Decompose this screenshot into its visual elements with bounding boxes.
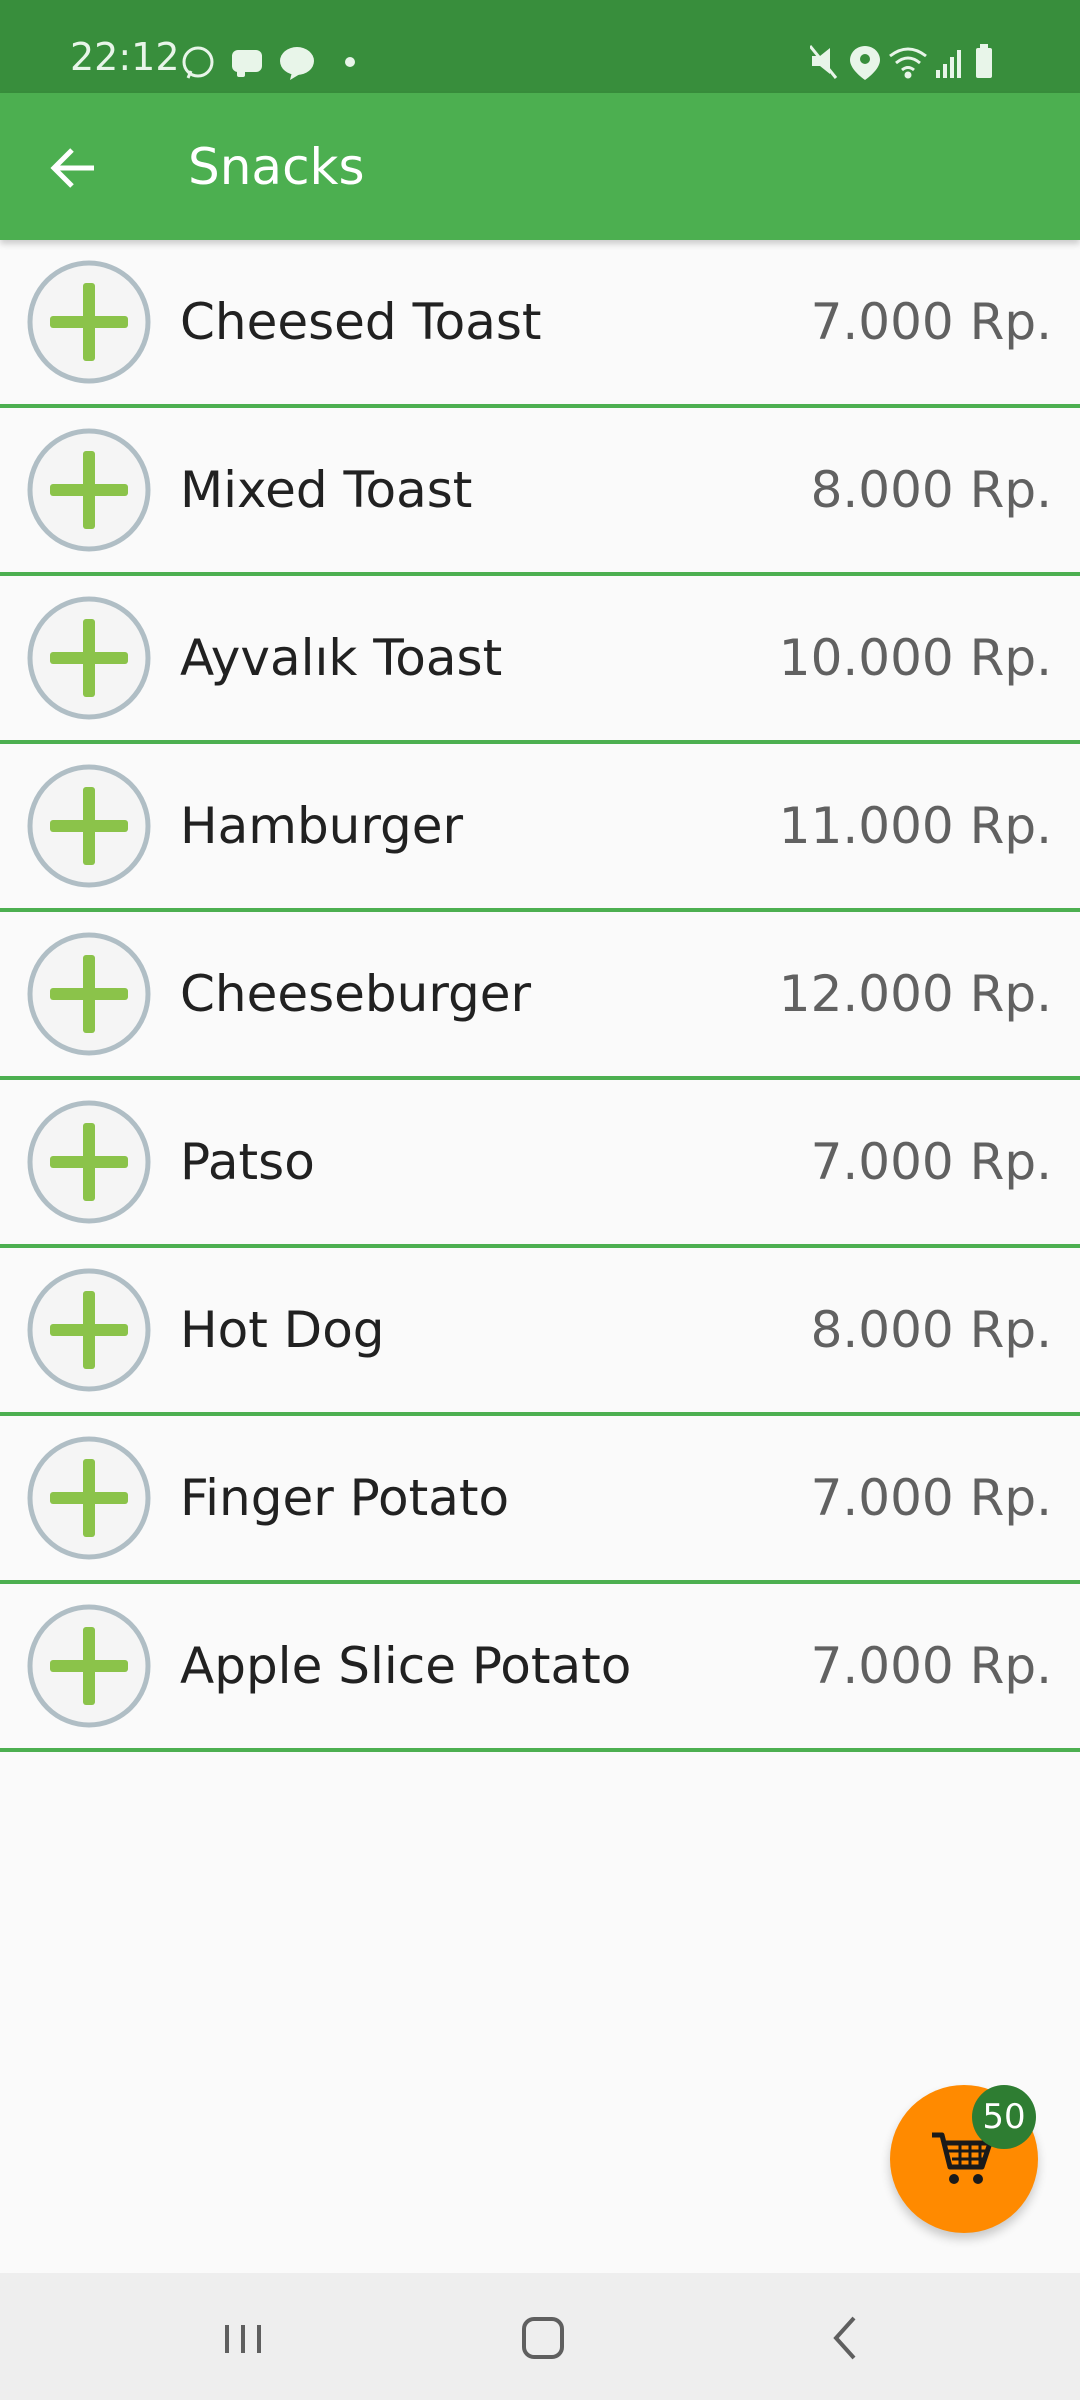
back-nav-icon[interactable] (812, 2303, 882, 2373)
item-name: Mixed Toast (180, 461, 473, 519)
list-item[interactable]: Ayvalık Toast 10.000 Rp. (0, 576, 1080, 744)
item-name: Hamburger (180, 797, 464, 855)
item-name: Ayvalık Toast (180, 629, 503, 687)
item-price: 8.000 Rp. (810, 461, 1052, 519)
add-item-icon[interactable] (26, 1267, 152, 1393)
add-item-icon[interactable] (26, 427, 152, 553)
snack-list: Cheesed Toast 7.000 Rp. Mixed Toast 8.000 R… (0, 240, 1080, 1752)
home-icon[interactable] (508, 2303, 578, 2373)
system-nav-bar (0, 2273, 1080, 2400)
add-item-icon[interactable] (26, 259, 152, 385)
item-name: Hot Dog (180, 1301, 385, 1359)
location-icon (850, 46, 880, 80)
item-price: 7.000 Rp. (810, 293, 1052, 351)
item-name: Finger Potato (180, 1469, 510, 1527)
list-item[interactable]: Finger Potato 7.000 Rp. (0, 1416, 1080, 1584)
item-price: 7.000 Rp. (810, 1469, 1052, 1527)
page-title: Snacks (188, 138, 365, 196)
item-price: 11.000 Rp. (778, 797, 1052, 855)
status-time: 22:12 (70, 35, 180, 79)
status-bar: 22:12 (0, 0, 1080, 93)
list-item[interactable]: Cheeseburger 12.000 Rp. (0, 912, 1080, 1080)
system-icons (810, 44, 992, 80)
notification-icons (182, 46, 355, 80)
item-price: 10.000 Rp. (778, 629, 1052, 687)
item-price: 7.000 Rp. (810, 1637, 1052, 1695)
wifi-icon (889, 47, 927, 79)
list-item[interactable]: Hamburger 11.000 Rp. (0, 744, 1080, 912)
app-bar: Snacks (0, 93, 1080, 240)
list-item[interactable]: Apple Slice Potato 7.000 Rp. (0, 1584, 1080, 1752)
add-item-icon[interactable] (26, 595, 152, 721)
signal-icon (936, 50, 961, 78)
cart-count-badge: 50 (972, 2085, 1036, 2149)
whatsapp-icon (182, 46, 214, 79)
battery-icon (976, 44, 992, 78)
add-item-icon[interactable] (26, 1099, 152, 1225)
item-price: 7.000 Rp. (810, 1133, 1052, 1191)
item-name: Cheesed Toast (180, 293, 542, 351)
item-name: Cheeseburger (180, 965, 532, 1023)
list-item[interactable]: Patso 7.000 Rp. (0, 1080, 1080, 1248)
mute-icon (810, 45, 838, 79)
list-item[interactable]: Mixed Toast 8.000 Rp. (0, 408, 1080, 576)
item-price: 12.000 Rp. (778, 965, 1052, 1023)
line-icon (280, 47, 314, 80)
back-arrow-icon[interactable] (36, 133, 106, 203)
screen: 22:12 Snacks Cheesed Toast 7.000 Rp. Mix… (0, 0, 1080, 2400)
item-name: Patso (180, 1133, 315, 1191)
add-item-icon[interactable] (26, 1435, 152, 1561)
list-item[interactable]: Cheesed Toast 7.000 Rp. (0, 240, 1080, 408)
item-name: Apple Slice Potato (180, 1637, 632, 1695)
add-item-icon[interactable] (26, 931, 152, 1057)
messenger-icon (232, 50, 262, 77)
dot-icon (345, 57, 355, 67)
add-item-icon[interactable] (26, 1603, 152, 1729)
recent-apps-icon[interactable] (208, 2303, 278, 2373)
item-price: 8.000 Rp. (810, 1301, 1052, 1359)
add-item-icon[interactable] (26, 763, 152, 889)
list-item[interactable]: Hot Dog 8.000 Rp. (0, 1248, 1080, 1416)
